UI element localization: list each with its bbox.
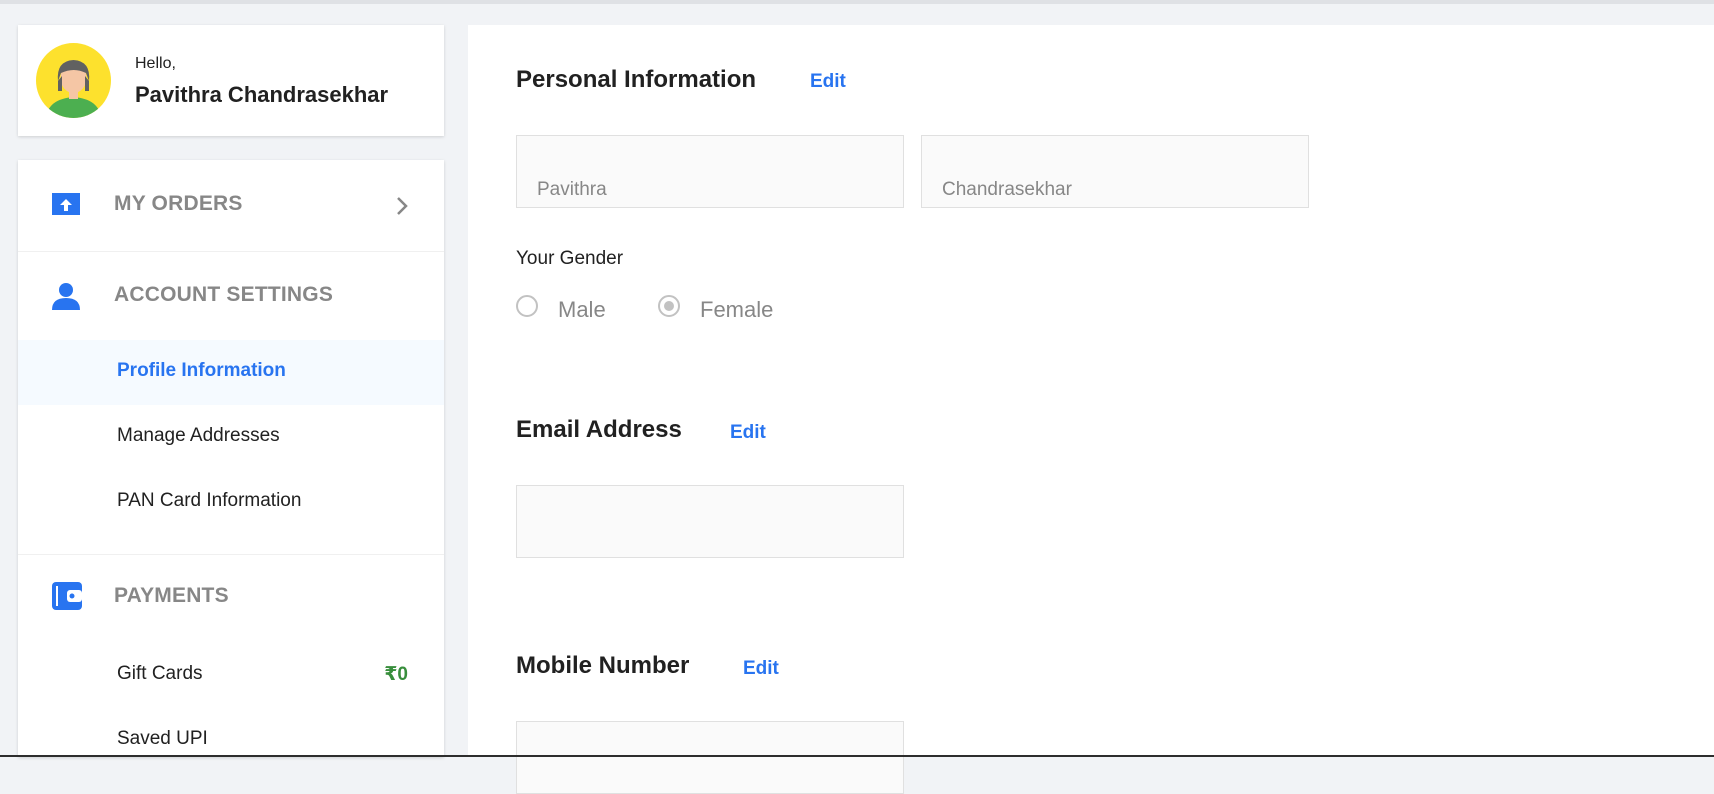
nav-my-orders[interactable]: MY ORDERS bbox=[18, 160, 444, 251]
sidebar-item-saved-upi[interactable]: Saved UPI bbox=[18, 708, 444, 773]
personal-edit-link[interactable]: Edit bbox=[810, 71, 846, 93]
sidebar-item-label: Gift Cards bbox=[117, 663, 203, 684]
gender-female-label[interactable]: Female bbox=[700, 297, 773, 323]
mobile-field[interactable] bbox=[516, 721, 904, 794]
personal-information-title: Personal Information bbox=[516, 66, 757, 93]
nav-account-settings: ACCOUNT SETTINGS bbox=[18, 252, 444, 340]
radio-icon[interactable] bbox=[658, 295, 680, 317]
gift-card-balance: ₹0 bbox=[384, 664, 408, 685]
nav-payments: PAYMENTS bbox=[18, 555, 444, 643]
radio-icon[interactable] bbox=[516, 295, 538, 317]
gender-label: Your Gender bbox=[516, 248, 624, 269]
user-name: Pavithra Chandrasekhar bbox=[135, 82, 389, 107]
user-icon bbox=[52, 283, 80, 310]
sidebar-item-gift-cards[interactable]: Gift Cards ₹0 bbox=[18, 643, 444, 708]
email-edit-link[interactable]: Edit bbox=[730, 422, 766, 444]
nav-my-orders-label: MY ORDERS bbox=[114, 192, 243, 215]
radio-selected-dot bbox=[664, 301, 674, 311]
sidebar-item-label: Manage Addresses bbox=[117, 425, 280, 446]
sidebar-item-manage-addresses[interactable]: Manage Addresses bbox=[18, 405, 444, 470]
last-name-field[interactable] bbox=[921, 135, 1309, 208]
email-address-title: Email Address bbox=[516, 416, 682, 443]
avatar-icon bbox=[36, 43, 111, 118]
greeting-text: Hello, bbox=[135, 55, 176, 72]
first-name-field[interactable] bbox=[516, 135, 904, 208]
nav-account-settings-label: ACCOUNT SETTINGS bbox=[114, 283, 334, 306]
orders-icon bbox=[52, 193, 80, 215]
sidebar-item-profile-information[interactable]: Profile Information bbox=[18, 340, 444, 405]
account-nav: MY ORDERS ACCOUNT SETTINGS Profile Infor… bbox=[18, 160, 444, 757]
sidebar-item-label: Profile Information bbox=[117, 360, 286, 381]
mobile-edit-link[interactable]: Edit bbox=[743, 658, 779, 680]
user-greeting-card: Hello, Pavithra Chandrasekhar bbox=[18, 25, 444, 136]
mobile-number-title: Mobile Number bbox=[516, 652, 690, 679]
sidebar-item-label: Saved UPI bbox=[117, 728, 208, 749]
sidebar-item-pan-card-information[interactable]: PAN Card Information bbox=[18, 470, 444, 535]
email-field[interactable] bbox=[516, 485, 904, 558]
profile-content: Personal Information Edit Your Gender Ma… bbox=[468, 25, 1714, 794]
top-border bbox=[0, 0, 1714, 4]
wallet-icon bbox=[52, 582, 82, 610]
sidebar-item-label: PAN Card Information bbox=[117, 490, 302, 511]
chevron-right-icon bbox=[397, 197, 408, 215]
nav-payments-label: PAYMENTS bbox=[114, 584, 229, 607]
gender-male-label[interactable]: Male bbox=[558, 297, 606, 323]
